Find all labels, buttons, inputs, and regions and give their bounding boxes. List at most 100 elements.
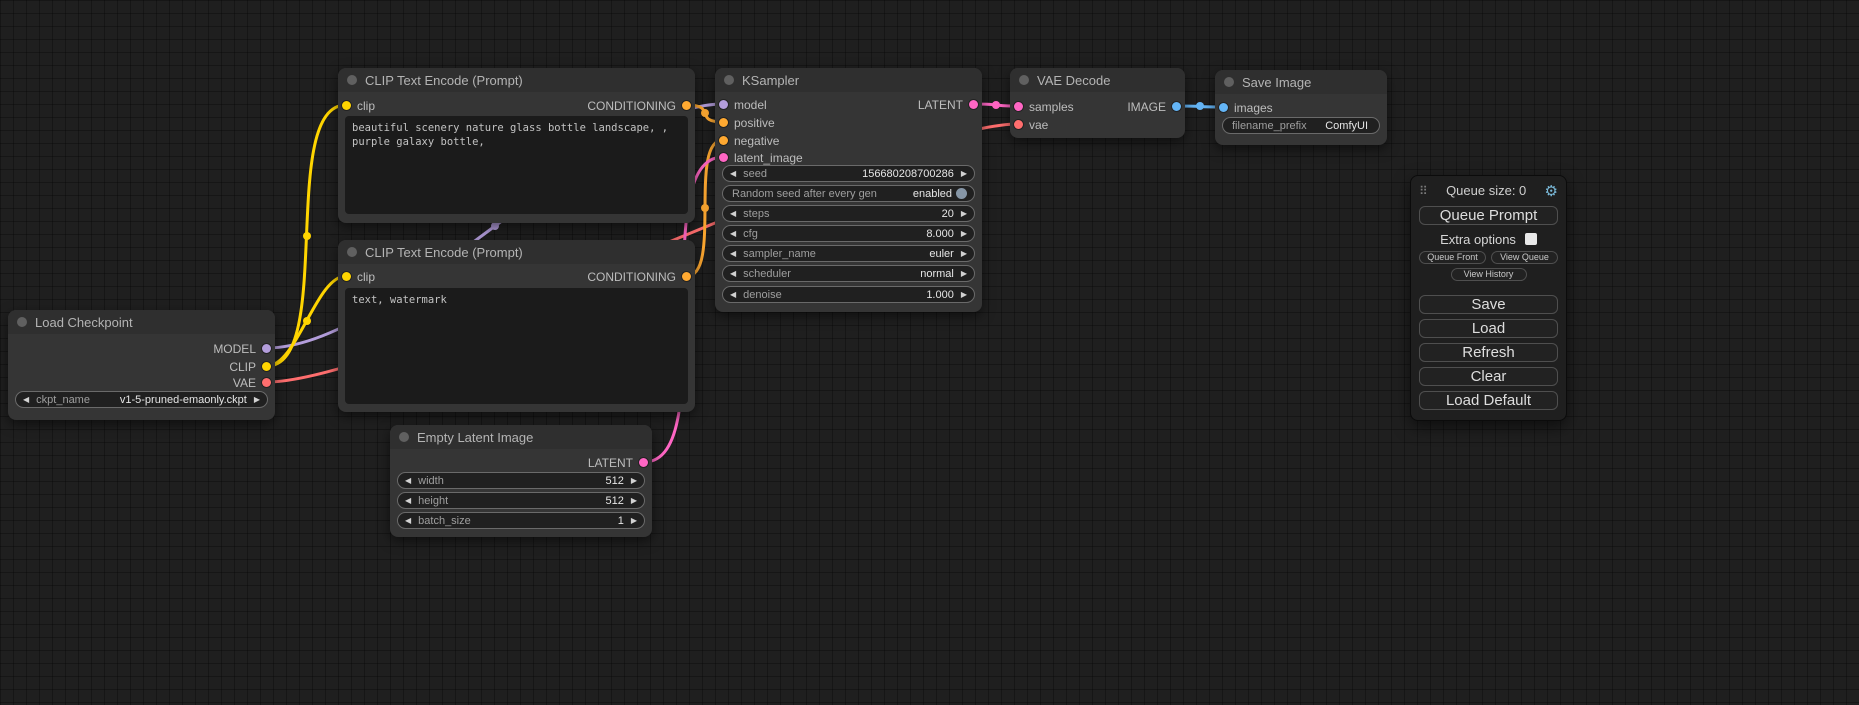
decrement-arrow-icon[interactable]: ◀ xyxy=(730,270,736,278)
node-load-checkpoint[interactable]: Load Checkpoint MODEL CLIP VAE ◀ ckpt_na… xyxy=(8,310,275,420)
view-queue-button[interactable]: View Queue xyxy=(1491,251,1558,264)
node-title-bar[interactable]: Save Image xyxy=(1215,70,1387,94)
widget-scheduler[interactable]: ◀ scheduler normal ▶ xyxy=(722,265,975,282)
increment-arrow-icon[interactable]: ▶ xyxy=(631,517,637,525)
output-dot-latent[interactable] xyxy=(639,458,648,467)
node-empty-latent-image[interactable]: Empty Latent Image LATENT ◀ width 512 ▶ … xyxy=(390,425,652,537)
decrement-arrow-icon[interactable]: ◀ xyxy=(405,517,411,525)
increment-arrow-icon[interactable]: ▶ xyxy=(961,210,967,218)
output-slot-vae[interactable]: VAE xyxy=(233,374,271,391)
input-dot-samples[interactable] xyxy=(1014,102,1023,111)
refresh-button[interactable]: Refresh xyxy=(1419,343,1558,362)
queue-prompt-button[interactable]: Queue Prompt xyxy=(1419,206,1558,225)
widget-ckpt-name[interactable]: ◀ ckpt_name v1-5-pruned-emaonly.ckpt ▶ xyxy=(15,391,268,408)
input-slot-latent-image[interactable]: latent_image xyxy=(719,149,803,166)
widget-random-seed-toggle[interactable]: Random seed after every gen enabled xyxy=(722,185,975,202)
output-slot-clip[interactable]: CLIP xyxy=(229,358,271,375)
input-slot-images[interactable]: images xyxy=(1219,99,1273,116)
collapse-dot[interactable] xyxy=(399,432,409,442)
graph-canvas[interactable]: Load Checkpoint MODEL CLIP VAE ◀ ckpt_na… xyxy=(0,0,1859,705)
output-dot-clip[interactable] xyxy=(262,362,271,371)
node-title-bar[interactable]: Empty Latent Image xyxy=(390,425,652,449)
widget-seed[interactable]: ◀ seed 156680208700286 ▶ xyxy=(722,165,975,182)
input-dot-negative[interactable] xyxy=(719,136,728,145)
clear-button[interactable]: Clear xyxy=(1419,367,1558,386)
output-dot-conditioning[interactable] xyxy=(682,272,691,281)
output-slot-model[interactable]: MODEL xyxy=(213,340,271,357)
decrement-arrow-icon[interactable]: ◀ xyxy=(730,170,736,178)
output-slot-image[interactable]: IMAGE xyxy=(1127,98,1181,115)
extra-options-checkbox[interactable] xyxy=(1525,233,1537,245)
input-slot-positive[interactable]: positive xyxy=(719,114,775,131)
view-history-button[interactable]: View History xyxy=(1451,268,1527,281)
node-clip-text-encode-negative[interactable]: CLIP Text Encode (Prompt) clip CONDITION… xyxy=(338,240,695,412)
widget-denoise[interactable]: ◀ denoise 1.000 ▶ xyxy=(722,286,975,303)
output-slot-latent[interactable]: LATENT xyxy=(918,96,978,113)
output-slot-latent[interactable]: LATENT xyxy=(588,454,648,471)
node-title-bar[interactable]: KSampler xyxy=(715,68,982,92)
input-slot-clip[interactable]: clip xyxy=(342,268,375,285)
input-slot-negative[interactable]: negative xyxy=(719,132,779,149)
decrement-arrow-icon[interactable]: ◀ xyxy=(23,396,29,404)
output-dot-model[interactable] xyxy=(262,344,271,353)
node-clip-text-encode-positive[interactable]: CLIP Text Encode (Prompt) clip CONDITION… xyxy=(338,68,695,223)
output-dot-latent[interactable] xyxy=(969,100,978,109)
input-slot-vae[interactable]: vae xyxy=(1014,116,1048,133)
widget-width[interactable]: ◀ width 512 ▶ xyxy=(397,472,645,489)
output-dot-vae[interactable] xyxy=(262,378,271,387)
node-save-image[interactable]: Save Image images filename_prefix ComfyU… xyxy=(1215,70,1387,145)
input-slot-clip[interactable]: clip xyxy=(342,97,375,114)
input-dot-model[interactable] xyxy=(719,100,728,109)
queue-front-button[interactable]: Queue Front xyxy=(1419,251,1486,264)
prompt-textarea[interactable]: text, watermark xyxy=(345,288,688,404)
widget-cfg[interactable]: ◀ cfg 8.000 ▶ xyxy=(722,225,975,242)
widget-batch-size[interactable]: ◀ batch_size 1 ▶ xyxy=(397,512,645,529)
drag-handle-icon[interactable]: ⠿ xyxy=(1419,184,1428,198)
collapse-dot[interactable] xyxy=(1019,75,1029,85)
collapse-dot[interactable] xyxy=(17,317,27,327)
settings-gear-icon[interactable]: ⚙ xyxy=(1545,182,1558,200)
collapse-dot[interactable] xyxy=(724,75,734,85)
decrement-arrow-icon[interactable]: ◀ xyxy=(730,250,736,258)
input-slot-samples[interactable]: samples xyxy=(1014,98,1074,115)
input-dot-latent-image[interactable] xyxy=(719,153,728,162)
collapse-dot[interactable] xyxy=(1224,77,1234,87)
decrement-arrow-icon[interactable]: ◀ xyxy=(730,230,736,238)
increment-arrow-icon[interactable]: ▶ xyxy=(254,396,260,404)
increment-arrow-icon[interactable]: ▶ xyxy=(961,270,967,278)
save-button[interactable]: Save xyxy=(1419,295,1558,314)
increment-arrow-icon[interactable]: ▶ xyxy=(961,291,967,299)
output-slot-conditioning[interactable]: CONDITIONING xyxy=(587,97,691,114)
input-slot-model[interactable]: model xyxy=(719,96,767,113)
increment-arrow-icon[interactable]: ▶ xyxy=(631,497,637,505)
increment-arrow-icon[interactable]: ▶ xyxy=(961,170,967,178)
toggle-knob[interactable] xyxy=(956,188,967,199)
node-ksampler[interactable]: KSampler model positive negative latent_… xyxy=(715,68,982,312)
node-vae-decode[interactable]: VAE Decode samples vae IMAGE xyxy=(1010,68,1185,138)
output-dot-image[interactable] xyxy=(1172,102,1181,111)
increment-arrow-icon[interactable]: ▶ xyxy=(961,250,967,258)
prompt-textarea[interactable]: beautiful scenery nature glass bottle la… xyxy=(345,116,688,214)
widget-sampler-name[interactable]: ◀ sampler_name euler ▶ xyxy=(722,245,975,262)
widget-steps[interactable]: ◀ steps 20 ▶ xyxy=(722,205,975,222)
widget-filename-prefix[interactable]: filename_prefix ComfyUI xyxy=(1222,117,1380,134)
input-dot-clip[interactable] xyxy=(342,101,351,110)
collapse-dot[interactable] xyxy=(347,75,357,85)
output-dot-conditioning[interactable] xyxy=(682,101,691,110)
widget-height[interactable]: ◀ height 512 ▶ xyxy=(397,492,645,509)
decrement-arrow-icon[interactable]: ◀ xyxy=(405,477,411,485)
input-dot-positive[interactable] xyxy=(719,118,728,127)
node-title-bar[interactable]: CLIP Text Encode (Prompt) xyxy=(338,240,695,264)
node-title-bar[interactable]: CLIP Text Encode (Prompt) xyxy=(338,68,695,92)
increment-arrow-icon[interactable]: ▶ xyxy=(961,230,967,238)
node-title-bar[interactable]: Load Checkpoint xyxy=(8,310,275,334)
decrement-arrow-icon[interactable]: ◀ xyxy=(730,210,736,218)
load-button[interactable]: Load xyxy=(1419,319,1558,338)
input-dot-images[interactable] xyxy=(1219,103,1228,112)
collapse-dot[interactable] xyxy=(347,247,357,257)
decrement-arrow-icon[interactable]: ◀ xyxy=(405,497,411,505)
load-default-button[interactable]: Load Default xyxy=(1419,391,1558,410)
increment-arrow-icon[interactable]: ▶ xyxy=(631,477,637,485)
input-dot-vae[interactable] xyxy=(1014,120,1023,129)
node-title-bar[interactable]: VAE Decode xyxy=(1010,68,1185,92)
